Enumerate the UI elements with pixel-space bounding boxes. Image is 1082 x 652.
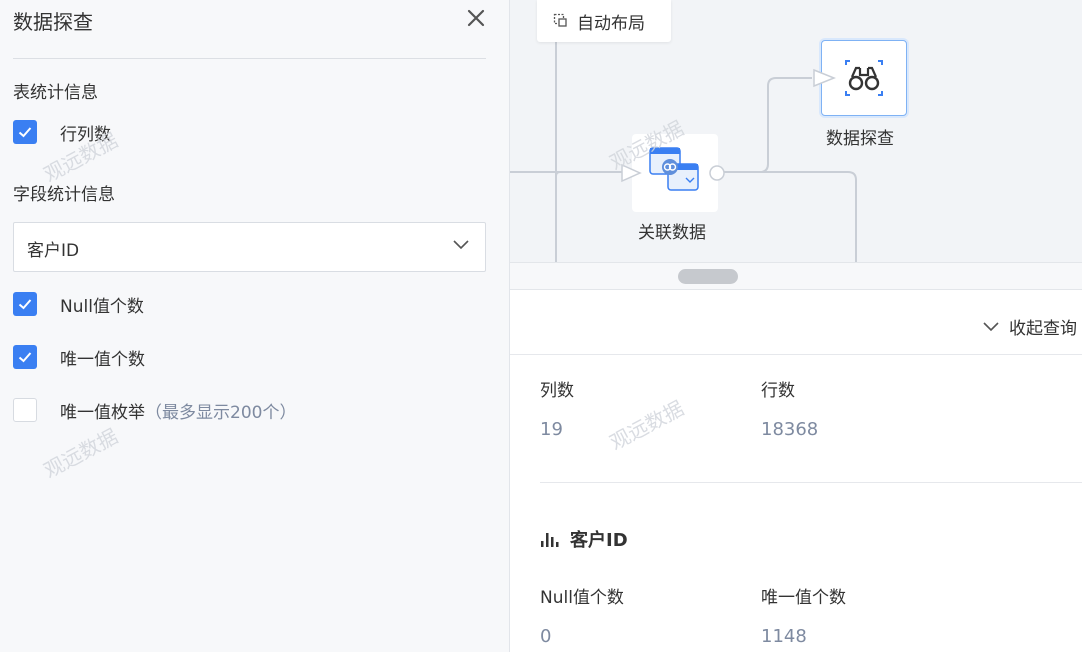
unique-count-value: 1148 (761, 626, 807, 647)
null-count-checkbox[interactable] (13, 292, 37, 316)
null-count-label: Null值个数 (60, 296, 144, 317)
unique-count-checkbox[interactable] (13, 345, 37, 369)
row-col-checkbox[interactable] (13, 120, 37, 144)
panel-splitter[interactable] (510, 262, 1082, 290)
input-port-icon (813, 68, 836, 88)
flow-canvas[interactable]: 自动布局 关联数据 数据探查 观远数据 (510, 0, 1082, 262)
table-stats-heading: 表统计信息 (13, 83, 98, 103)
col-count-label: 列数 (540, 381, 574, 401)
chevron-down-icon (983, 321, 999, 331)
null-count-value: 0 (540, 626, 552, 647)
check-icon (18, 127, 32, 138)
splitter-handle[interactable] (678, 269, 738, 284)
result-divider (510, 354, 1082, 355)
close-icon[interactable] (464, 6, 488, 30)
check-icon (18, 299, 32, 310)
collapse-query-button[interactable]: 收起查询 (983, 314, 1077, 339)
explore-node-label: 数据探查 (826, 129, 894, 149)
panel-divider (13, 58, 486, 59)
null-count-option[interactable]: Null值个数 (13, 291, 144, 317)
watermark: 观远数据 (605, 395, 688, 455)
watermark: 观远数据 (39, 423, 122, 483)
unique-enum-checkbox[interactable] (13, 398, 37, 422)
chevron-down-icon (453, 240, 469, 250)
row-count-value: 18368 (761, 419, 819, 440)
result-panel: 收起查询 列数 19 行数 18368 客户ID Null值个数 0 唯一值个数… (510, 290, 1082, 652)
panel-title: 数据探查 (13, 10, 93, 34)
row-count-label: 行数 (761, 381, 795, 401)
auto-layout-icon (553, 13, 567, 27)
unique-count-label: 唯一值个数 (60, 349, 145, 370)
check-icon (18, 352, 32, 363)
bar-chart-icon (541, 533, 559, 547)
auto-layout-label: 自动布局 (577, 13, 645, 34)
field-select-value: 客户ID (27, 241, 80, 261)
field-stats-heading: 字段统计信息 (13, 185, 115, 205)
unique-count-option[interactable]: 唯一值个数 (13, 344, 145, 370)
collapse-query-label: 收起查询 (1009, 319, 1077, 339)
unique-enum-hint: （最多显示200个） (145, 402, 297, 423)
result-divider (540, 482, 1082, 483)
unique-count-label: 唯一值个数 (761, 588, 846, 608)
explore-panel: 数据探查 表统计信息 行列数 字段统计信息 客户ID Null值个数 唯一值个数… (0, 0, 510, 652)
unique-enum-option[interactable]: 唯一值枚举 （最多显示200个） (13, 397, 296, 423)
col-count-value: 19 (540, 419, 563, 440)
join-node-label: 关联数据 (638, 223, 706, 243)
field-stats-header: 客户ID (540, 526, 628, 552)
auto-layout-button[interactable]: 自动布局 (537, 0, 671, 42)
unique-enum-label: 唯一值枚举 (60, 402, 145, 423)
field-select[interactable]: 客户ID (13, 222, 486, 272)
output-port-icon[interactable] (708, 164, 726, 182)
field-name: 客户ID (570, 530, 628, 551)
null-count-label: Null值个数 (540, 588, 624, 608)
